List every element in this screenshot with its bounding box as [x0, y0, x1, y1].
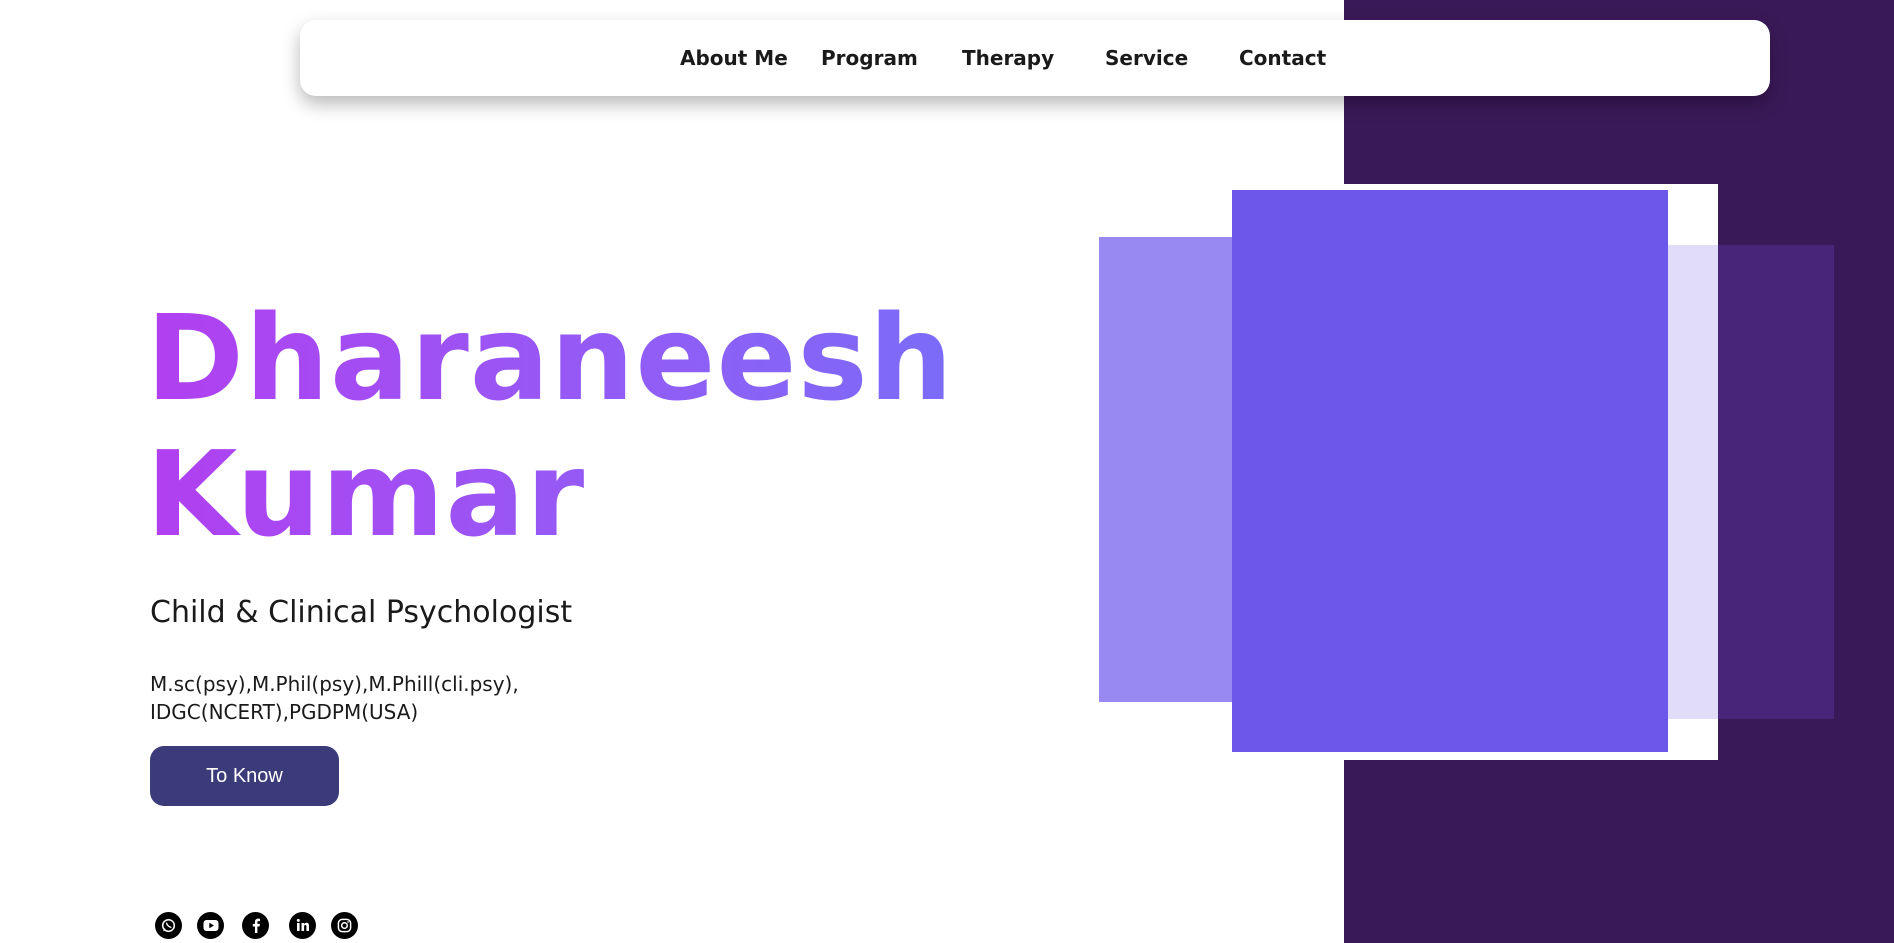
youtube-icon[interactable] — [197, 912, 224, 939]
hero-image-placeholder — [1232, 190, 1668, 752]
qualifications-line-1: M.sc(psy),M.Phil(psy),M.Phill(cli.psy), — [150, 672, 519, 696]
to-know-button[interactable]: To Know — [150, 746, 339, 806]
page: About Me Program Therapy Service Contact… — [0, 0, 1894, 943]
nav-program[interactable]: Program — [821, 20, 918, 96]
nav-therapy[interactable]: Therapy — [962, 20, 1054, 96]
nav-about-me[interactable]: About Me — [680, 20, 788, 96]
decor-lavender-strip — [1660, 245, 1720, 719]
hero-qualifications: M.sc(psy),M.Phil(psy),M.Phill(cli.psy), … — [150, 670, 519, 726]
facebook-icon[interactable] — [242, 912, 269, 939]
decor-light-purple-block — [1099, 237, 1249, 702]
instagram-icon[interactable] — [331, 912, 358, 939]
linkedin-icon[interactable] — [289, 912, 316, 939]
hero-first-name: Dharaneesh — [146, 289, 954, 427]
whatsapp-icon[interactable] — [155, 912, 182, 939]
hero-last-name: Kumar — [146, 425, 586, 563]
decor-mid-purple-strip — [1718, 245, 1834, 719]
qualifications-line-2: IDGC(NCERT),PGDPM(USA) — [150, 700, 419, 724]
top-navbar: About Me Program Therapy Service Contact — [300, 20, 1770, 96]
nav-contact[interactable]: Contact — [1239, 20, 1326, 96]
nav-service[interactable]: Service — [1105, 20, 1188, 96]
hero-subtitle: Child & Clinical Psychologist — [150, 595, 573, 630]
hero-name: Dharaneesh Kumar — [146, 290, 954, 562]
